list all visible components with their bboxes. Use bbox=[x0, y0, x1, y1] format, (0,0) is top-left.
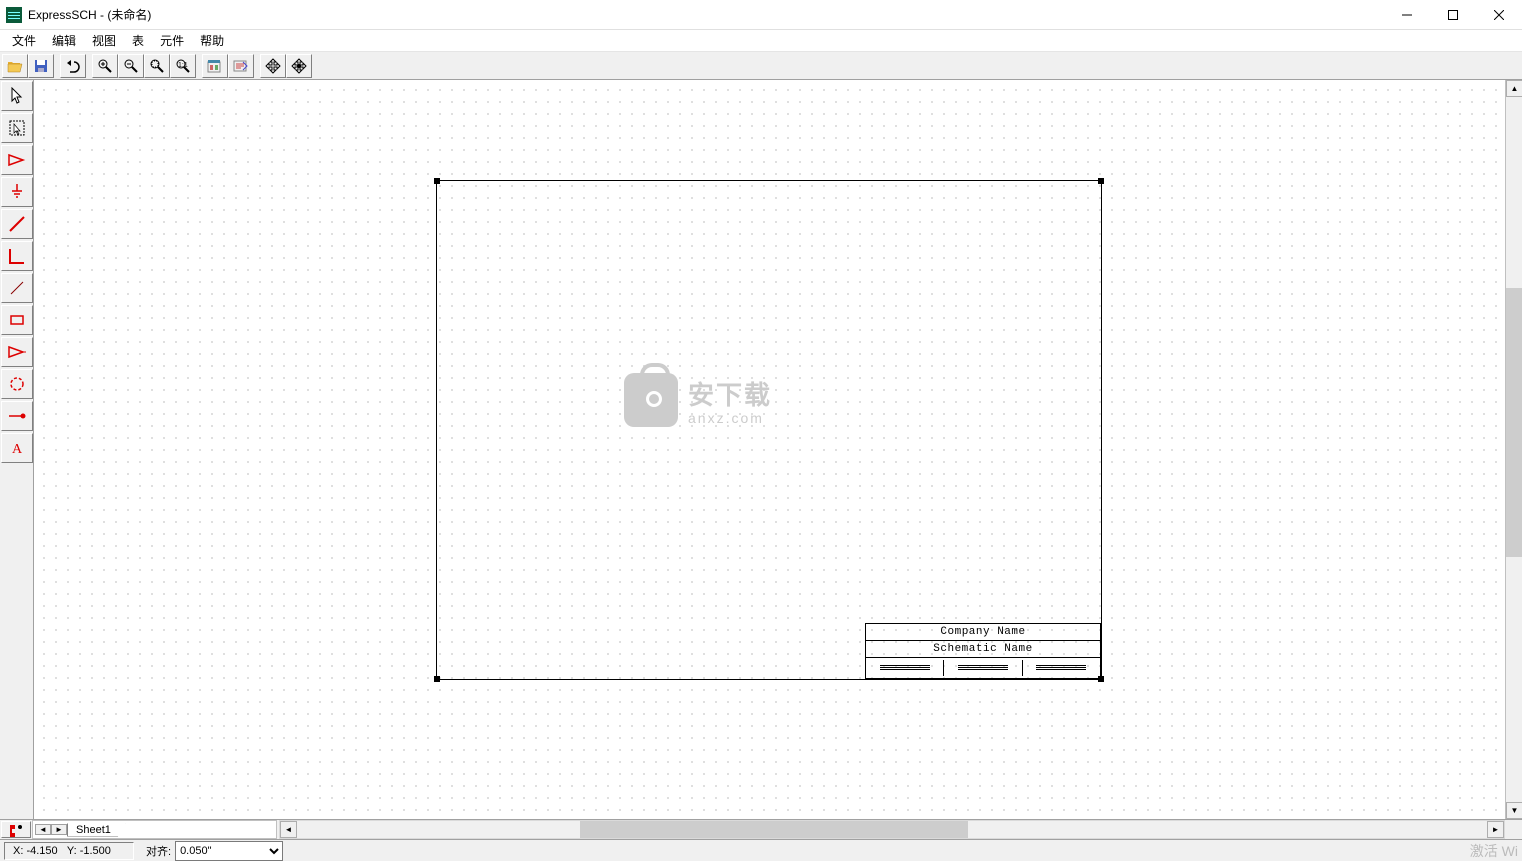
window-controls bbox=[1384, 0, 1522, 30]
component-tool[interactable] bbox=[1, 145, 33, 175]
zoom-window-button[interactable] bbox=[144, 54, 170, 78]
wire-tool[interactable] bbox=[1, 209, 33, 239]
schematic-canvas[interactable]: Company Name Schematic Name 安下载 anxz.com bbox=[34, 80, 1505, 819]
scroll-corner bbox=[1505, 820, 1522, 839]
title-block-company: Company Name bbox=[866, 624, 1100, 641]
menu-help[interactable]: 帮助 bbox=[192, 30, 232, 51]
open-button[interactable] bbox=[2, 54, 28, 78]
center-button[interactable] bbox=[260, 54, 286, 78]
x-label: X: bbox=[13, 845, 23, 857]
scroll-right-button[interactable]: ► bbox=[1487, 821, 1504, 838]
circle-tool[interactable] bbox=[1, 369, 33, 399]
title-block-footer bbox=[866, 658, 1100, 678]
hscroll-thumb[interactable] bbox=[580, 821, 968, 838]
scroll-down-button[interactable]: ▼ bbox=[1506, 802, 1522, 819]
menu-component[interactable]: 元件 bbox=[152, 30, 192, 51]
library-button[interactable] bbox=[202, 54, 228, 78]
line-tool[interactable] bbox=[1, 273, 33, 303]
netlist-button[interactable] bbox=[228, 54, 254, 78]
svg-text:A: A bbox=[12, 442, 23, 456]
sheet-bar: ◄ ► Sheet1 ◄ ► bbox=[0, 819, 1522, 839]
coordinates-pane: X: -4.150 Y: -1.500 bbox=[4, 842, 134, 860]
ground-tool[interactable] bbox=[1, 177, 33, 207]
title-block-cell-1 bbox=[866, 660, 944, 676]
handle-bottom-left[interactable] bbox=[434, 676, 440, 682]
align-label: 对齐: bbox=[142, 843, 175, 859]
zoom-fit-button[interactable]: 1:1 bbox=[170, 54, 196, 78]
sheet-tab-1[interactable]: Sheet1 bbox=[67, 823, 126, 837]
gate-tool[interactable] bbox=[1, 337, 33, 367]
window-title: ExpressSCH - (未命名) bbox=[28, 6, 151, 23]
menu-file[interactable]: 文件 bbox=[4, 30, 44, 51]
vertical-toolbar: A bbox=[0, 80, 34, 819]
corner-tool[interactable] bbox=[1, 241, 33, 271]
snap-toggle-button[interactable] bbox=[1, 821, 31, 838]
vertical-scrollbar[interactable]: ▲ ▼ bbox=[1505, 80, 1522, 819]
sheet-border: Company Name Schematic Name bbox=[436, 180, 1102, 680]
menu-view[interactable]: 视图 bbox=[84, 30, 124, 51]
title-block: Company Name Schematic Name bbox=[865, 623, 1101, 679]
title-block-cell-3 bbox=[1023, 660, 1100, 676]
minimize-button[interactable] bbox=[1384, 0, 1430, 30]
handle-top-left[interactable] bbox=[434, 178, 440, 184]
title-block-schematic: Schematic Name bbox=[866, 641, 1100, 658]
y-value: -1.500 bbox=[80, 845, 111, 857]
canvas-wrap: Company Name Schematic Name 安下载 anxz.com bbox=[34, 80, 1522, 819]
rotate-button[interactable] bbox=[286, 54, 312, 78]
svg-text:1:1: 1:1 bbox=[178, 62, 188, 69]
scroll-left-button[interactable]: ◄ bbox=[280, 821, 297, 838]
x-value: -4.150 bbox=[26, 845, 57, 857]
vscroll-thumb[interactable] bbox=[1506, 288, 1522, 557]
scroll-up-button[interactable]: ▲ bbox=[1506, 80, 1522, 97]
zoom-in-button[interactable] bbox=[92, 54, 118, 78]
save-button[interactable] bbox=[28, 54, 54, 78]
area-select-tool[interactable] bbox=[1, 113, 33, 143]
zoom-out-button[interactable] bbox=[118, 54, 144, 78]
sheet-tab-label: Sheet1 bbox=[76, 824, 111, 836]
grid-align-select[interactable]: 0.050" bbox=[175, 841, 283, 861]
main-area: A Company Name Schematic Name bbox=[0, 80, 1522, 819]
rectangle-tool[interactable] bbox=[1, 305, 33, 335]
sheet-tab-strip: ◄ ► Sheet1 bbox=[32, 820, 277, 839]
pointer-tool[interactable] bbox=[1, 81, 33, 111]
text-tool[interactable]: A bbox=[1, 433, 33, 463]
menu-edit[interactable]: 编辑 bbox=[44, 30, 84, 51]
undo-button[interactable] bbox=[60, 54, 86, 78]
horizontal-scrollbar[interactable]: ◄ ► bbox=[279, 820, 1505, 839]
title-block-cell-2 bbox=[944, 660, 1022, 676]
pin-tool[interactable] bbox=[1, 401, 33, 431]
handle-top-right[interactable] bbox=[1098, 178, 1104, 184]
sheet-prev-button[interactable]: ◄ bbox=[35, 824, 51, 835]
title-bar: ExpressSCH - (未命名) bbox=[0, 0, 1522, 30]
close-button[interactable] bbox=[1476, 0, 1522, 30]
menu-bar: 文件 编辑 视图 表 元件 帮助 bbox=[0, 30, 1522, 52]
maximize-button[interactable] bbox=[1430, 0, 1476, 30]
menu-sheet[interactable]: 表 bbox=[124, 30, 152, 51]
app-icon bbox=[6, 7, 22, 23]
activation-watermark: 激活 Wi bbox=[1470, 841, 1518, 861]
sheet-next-button[interactable]: ► bbox=[51, 824, 67, 835]
main-toolbar: 1:1 bbox=[0, 52, 1522, 80]
y-label: Y: bbox=[67, 845, 77, 857]
status-bar: X: -4.150 Y: -1.500 对齐: 0.050" 激活 Wi bbox=[0, 839, 1522, 861]
